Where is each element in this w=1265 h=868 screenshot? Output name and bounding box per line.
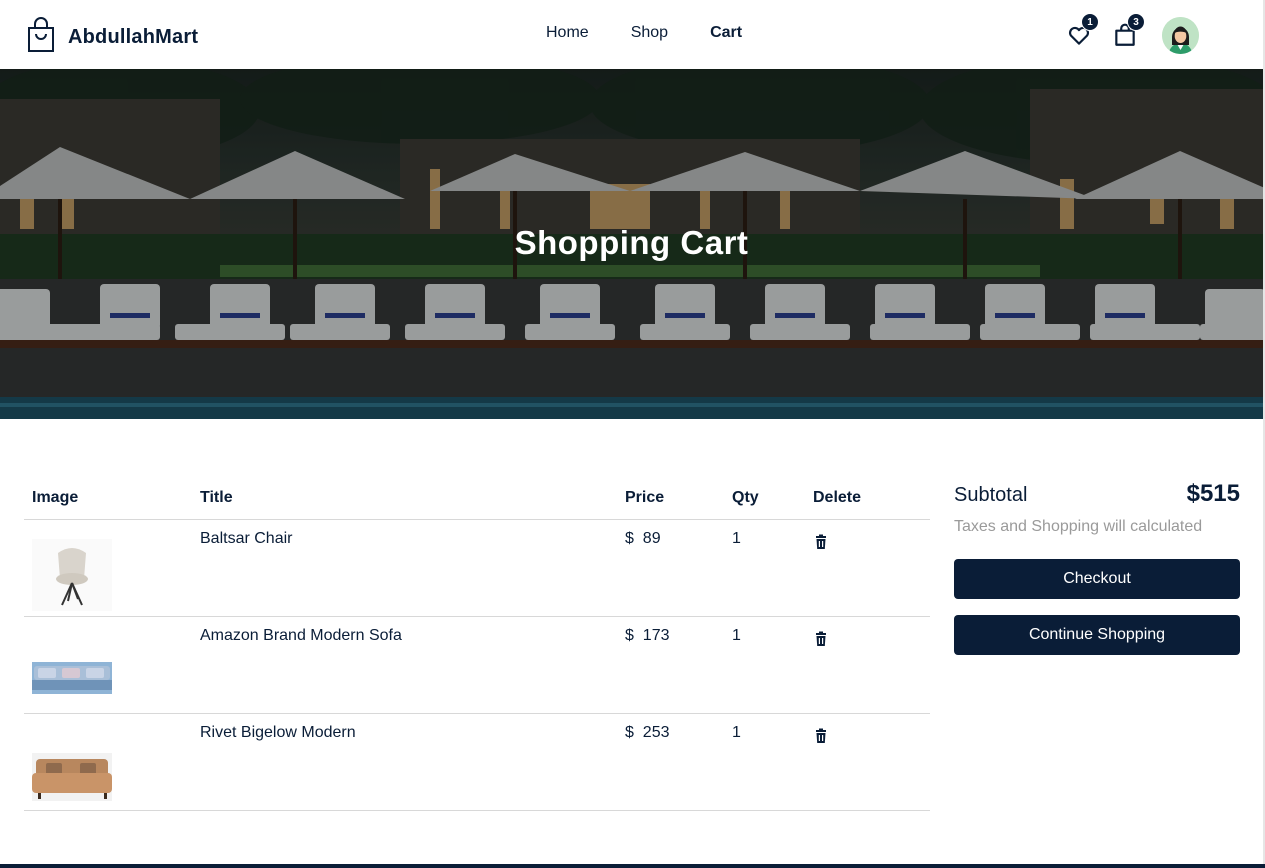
product-title[interactable]: Amazon Brand Modern Sofa xyxy=(200,627,402,645)
price-value: 173 xyxy=(642,627,670,644)
site-header: AbdullahMart Home Shop Cart 1 3 xyxy=(0,0,1265,69)
brand-name: AbdullahMart xyxy=(68,26,199,48)
favorites-count-badge: 1 xyxy=(1081,13,1099,31)
cart-button[interactable]: 3 xyxy=(1112,13,1145,48)
checkout-button[interactable]: Checkout xyxy=(954,559,1240,599)
price-value: 253 xyxy=(642,724,670,741)
footer-edge xyxy=(0,864,1265,868)
bag-icon xyxy=(1112,23,1138,52)
currency-symbol: $ xyxy=(625,724,634,741)
tan-sofa-image xyxy=(32,714,112,810)
column-header-delete: Delete xyxy=(813,489,862,506)
column-header-title: Title xyxy=(200,489,233,506)
header-actions: 1 3 xyxy=(1066,13,1199,54)
product-price: $ 89 xyxy=(625,530,661,548)
continue-shopping-button[interactable]: Continue Shopping xyxy=(954,615,1240,655)
hero-banner: Shopping Cart xyxy=(0,69,1263,419)
heart-icon xyxy=(1066,26,1092,52)
currency-symbol: $ xyxy=(625,627,634,644)
tax-note: Taxes and Shopping will calculated xyxy=(954,518,1203,535)
subtotal-value: $515 xyxy=(1186,480,1240,507)
nav-cart[interactable]: Cart xyxy=(710,24,742,42)
chair-image xyxy=(32,520,112,616)
main-nav: Home Shop Cart xyxy=(546,24,784,42)
trash-icon[interactable] xyxy=(813,631,829,647)
nav-home[interactable]: Home xyxy=(546,24,589,42)
nav-shop[interactable]: Shop xyxy=(631,24,668,42)
column-header-image: Image xyxy=(32,489,79,506)
table-row: Amazon Brand Modern Sofa $ 173 1 xyxy=(24,617,930,714)
blue-sofa-image xyxy=(32,617,112,713)
cart-table: Image Title Price Qty Delete Baltsar Cha… xyxy=(24,478,930,811)
cart-count-badge: 3 xyxy=(1127,13,1145,31)
currency-symbol: $ xyxy=(625,530,634,547)
page-title: Shopping Cart xyxy=(514,224,749,261)
product-title[interactable]: Baltsar Chair xyxy=(200,530,292,548)
favorites-button[interactable]: 1 xyxy=(1066,13,1099,48)
product-title[interactable]: Rivet Bigelow Modern xyxy=(200,724,356,742)
user-avatar[interactable] xyxy=(1162,16,1199,54)
subtotal-label: Subtotal xyxy=(954,484,1028,506)
table-header: Image Title Price Qty Delete xyxy=(24,478,930,520)
product-price: $ 253 xyxy=(625,724,670,742)
trash-icon[interactable] xyxy=(813,534,829,550)
table-row: Baltsar Chair $ 89 1 xyxy=(24,520,930,617)
price-value: 89 xyxy=(642,530,661,547)
product-qty: 1 xyxy=(732,530,741,547)
trash-icon[interactable] xyxy=(813,728,829,744)
product-qty: 1 xyxy=(732,627,741,644)
subtotal-row: Subtotal $515 xyxy=(954,480,1240,508)
column-header-qty: Qty xyxy=(732,489,759,506)
order-summary: Subtotal $515 Taxes and Shopping will ca… xyxy=(954,478,1240,655)
shopping-bag-icon xyxy=(26,17,56,58)
column-header-price: Price xyxy=(625,489,665,506)
logo[interactable]: AbdullahMart xyxy=(26,17,198,58)
product-qty: 1 xyxy=(732,724,741,741)
product-price: $ 173 xyxy=(625,627,670,645)
table-row: Rivet Bigelow Modern $ 253 1 xyxy=(24,714,930,811)
